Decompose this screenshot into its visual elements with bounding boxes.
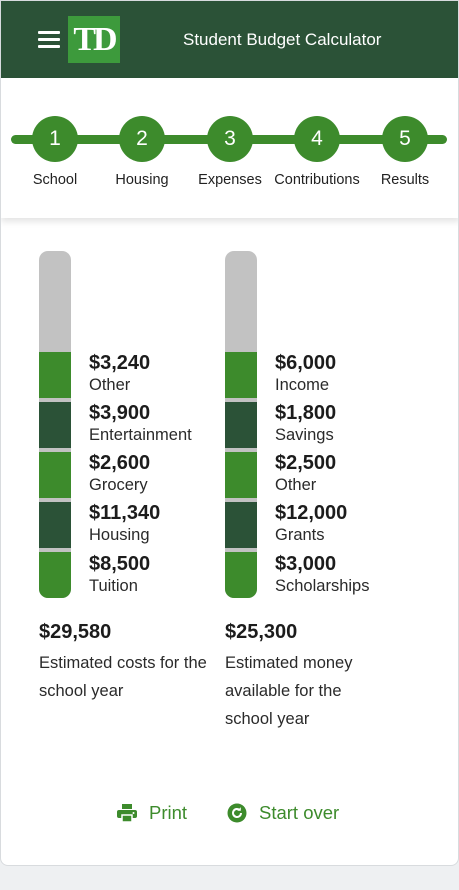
money-segment-income bbox=[225, 352, 257, 398]
money-label: Scholarships bbox=[275, 577, 370, 595]
app-header: TD Student Budget Calculator bbox=[1, 1, 458, 78]
cost-amount: $3,900 bbox=[89, 402, 151, 424]
start-over-label: Start over bbox=[259, 802, 340, 823]
step-housing[interactable]: 2 Housing bbox=[99, 78, 189, 198]
cost-item-entertainment: $3,900 Entertainment bbox=[89, 401, 192, 445]
cost-item-other: $3,240 Other bbox=[89, 351, 150, 395]
costs-segment-tuition bbox=[39, 552, 71, 598]
money-label: Savings bbox=[275, 426, 334, 444]
costs-bar bbox=[39, 251, 71, 598]
money-amount: $6,000 bbox=[275, 352, 337, 374]
step-number: 1 bbox=[32, 116, 78, 162]
start-over-button[interactable]: Start over bbox=[227, 800, 339, 826]
cost-item-tuition: $8,500 Tuition bbox=[89, 552, 150, 596]
cost-amount: $11,340 bbox=[89, 502, 161, 524]
money-label: Grants bbox=[275, 526, 325, 544]
money-label: Income bbox=[275, 376, 330, 394]
print-button[interactable]: Print bbox=[117, 800, 187, 826]
app-frame: TD Student Budget Calculator 1 School 2 … bbox=[0, 0, 459, 866]
step-contributions[interactable]: 4 Contributions bbox=[274, 78, 364, 198]
cost-label: Housing bbox=[89, 526, 150, 544]
cost-label: Tuition bbox=[89, 577, 138, 595]
costs-segment-other bbox=[39, 352, 71, 398]
printer-icon bbox=[117, 804, 137, 822]
refresh-icon bbox=[227, 803, 247, 823]
cost-amount: $2,600 bbox=[89, 452, 151, 474]
money-segment-scholarships bbox=[225, 552, 257, 598]
money-amount: $1,800 bbox=[275, 402, 337, 424]
cost-amount: $3,240 bbox=[89, 352, 151, 374]
money-total: $25,300 bbox=[225, 621, 298, 643]
money-amount: $3,000 bbox=[275, 553, 337, 575]
step-number: 3 bbox=[207, 116, 253, 162]
money-amount: $2,500 bbox=[275, 452, 337, 474]
money-item-savings: $1,800 Savings bbox=[275, 401, 336, 445]
progress-stepper: 1 School 2 Housing 3 Expenses 4 Contribu… bbox=[1, 78, 458, 218]
menu-icon[interactable] bbox=[38, 31, 60, 48]
cost-label: Grocery bbox=[89, 476, 148, 494]
money-item-scholarships: $3,000 Scholarships bbox=[275, 552, 369, 596]
costs-segment-housing bbox=[39, 502, 71, 548]
money-segment-other bbox=[225, 452, 257, 498]
costs-segment-grocery bbox=[39, 452, 71, 498]
money-segment-savings bbox=[225, 402, 257, 448]
money-label: Other bbox=[275, 476, 317, 494]
money-amount: $12,000 bbox=[275, 502, 348, 524]
money-bar bbox=[225, 251, 257, 598]
money-caption: Estimated money available for the school… bbox=[225, 654, 353, 728]
step-number: 2 bbox=[119, 116, 165, 162]
costs-total: $29,580 bbox=[39, 621, 112, 643]
money-item-other: $2,500 Other bbox=[275, 451, 336, 495]
print-label: Print bbox=[149, 802, 188, 823]
cost-label: Entertainment bbox=[89, 426, 192, 444]
step-number: 5 bbox=[382, 116, 428, 162]
cost-label: Other bbox=[89, 376, 131, 394]
costs-segment-entertainment bbox=[39, 402, 71, 448]
cost-amount: $8,500 bbox=[89, 553, 151, 575]
step-results[interactable]: 5 Results bbox=[362, 78, 452, 198]
money-item-grants: $12,000 Grants bbox=[275, 501, 347, 545]
cost-item-grocery: $2,600 Grocery bbox=[89, 451, 150, 495]
app-title: Student Budget Calculator bbox=[183, 30, 382, 49]
money-item-income: $6,000 Income bbox=[275, 351, 336, 395]
step-label: Results bbox=[380, 172, 430, 188]
costs-caption: Estimated costs for the school year bbox=[39, 654, 207, 700]
money-segment-grants bbox=[225, 502, 257, 548]
cost-item-housing: $11,340 Housing bbox=[89, 501, 160, 545]
step-number: 4 bbox=[294, 116, 340, 162]
td-logo[interactable]: TD bbox=[68, 16, 120, 63]
